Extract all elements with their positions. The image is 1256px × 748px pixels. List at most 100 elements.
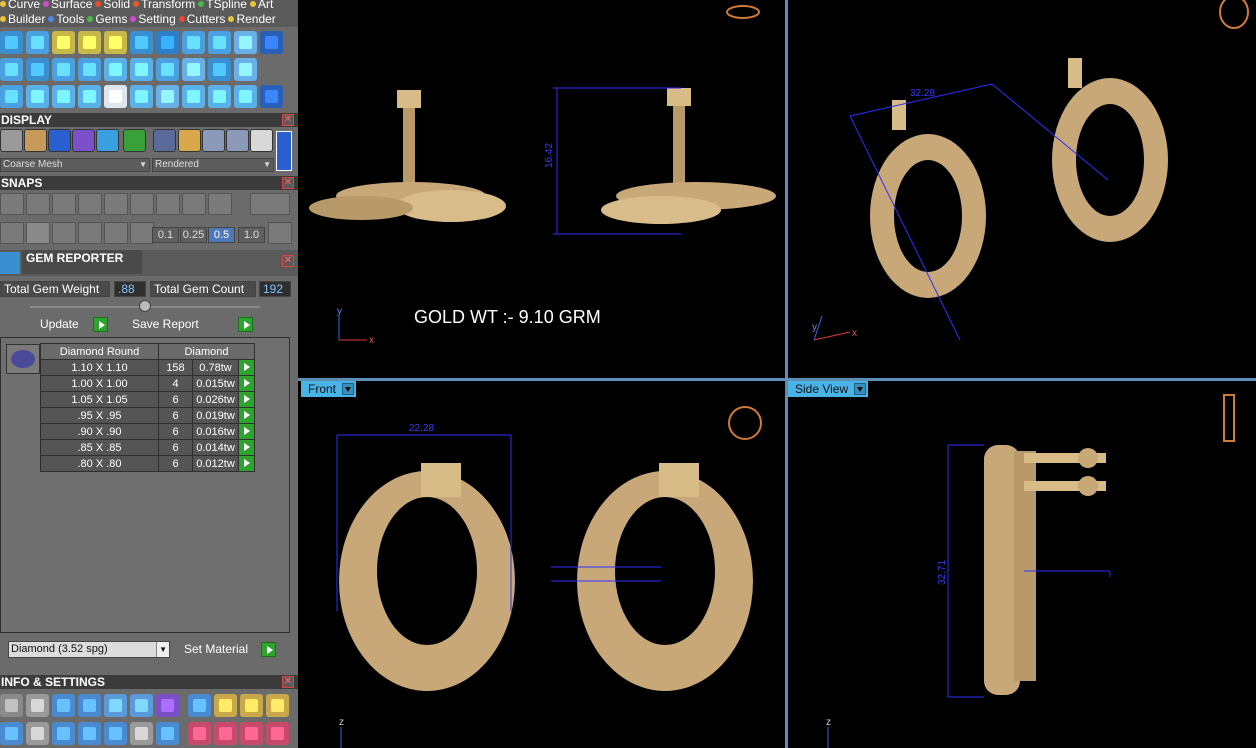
menu-builder[interactable]: Builder [0, 12, 45, 26]
filter-icon[interactable] [104, 721, 127, 745]
viewport-perspective[interactable]: 32.28 y x [788, 0, 1256, 378]
copy-tool-icon[interactable] [78, 693, 101, 717]
lock-tool-3-icon[interactable] [104, 30, 127, 54]
menu-curve[interactable]: Curve [0, 0, 40, 11]
info-settings-close-icon[interactable]: ✕ [282, 676, 294, 688]
sphere-display-icon[interactable] [48, 129, 71, 152]
ring-tool-icon[interactable] [0, 57, 23, 81]
snap-center-icon[interactable] [130, 193, 154, 215]
gun-tool-icon[interactable] [208, 30, 231, 54]
glossy-display-icon[interactable] [72, 129, 95, 152]
material-select[interactable]: Diamond (3.52 spg) ▼ [8, 641, 170, 658]
spline-tool-icon[interactable] [26, 30, 49, 54]
gem-slider-handle[interactable] [139, 300, 151, 312]
snap-value-1-0[interactable]: 1.0 [238, 227, 265, 243]
save-report-button[interactable]: Save Report [128, 317, 253, 333]
snap-grid3-icon[interactable] [268, 222, 292, 244]
layers-tool-icon[interactable] [52, 693, 75, 717]
display-panel-toggle[interactable] [276, 131, 292, 171]
lock-tool-2-icon[interactable] [78, 30, 101, 54]
snap-cube-icon[interactable] [26, 222, 50, 244]
menu-transform[interactable]: Transform [133, 0, 195, 11]
grid-display-icon[interactable] [123, 129, 146, 152]
monitor-icon[interactable] [26, 721, 49, 745]
check-list-icon[interactable] [130, 721, 153, 745]
snap-pen-icon[interactable] [52, 222, 76, 244]
snap-curve-icon[interactable] [26, 193, 50, 215]
menu-solid[interactable]: Solid [95, 0, 130, 11]
viewport-vertical-divider[interactable] [785, 0, 788, 748]
set-material-button[interactable]: Set Material [180, 642, 276, 658]
arc-tool-icon[interactable] [26, 84, 49, 108]
settings-gear-icon[interactable] [0, 693, 23, 717]
leaf-tool-icon[interactable] [156, 30, 179, 54]
material-ball-4-icon[interactable] [226, 129, 249, 152]
panel-tool-icon[interactable] [260, 30, 283, 54]
menu-setting[interactable]: Setting [130, 12, 176, 26]
menu-tools[interactable]: Tools [48, 12, 84, 26]
render-3-icon[interactable] [240, 721, 263, 745]
dome-tool-icon[interactable] [182, 30, 205, 54]
material-ball-5-icon[interactable] [250, 129, 273, 152]
cube-tool-icon[interactable] [156, 693, 179, 717]
row-select-icon[interactable] [238, 359, 255, 376]
snap-circle-icon[interactable] [156, 193, 180, 215]
cylinder-icon[interactable] [78, 721, 101, 745]
blade-tool-icon[interactable] [78, 57, 101, 81]
render-mode-select[interactable]: Rendered ▼ [152, 158, 274, 172]
mirror-tool-icon[interactable] [78, 84, 101, 108]
render-2-icon[interactable] [214, 721, 237, 745]
display-close-icon[interactable]: ✕ [282, 114, 294, 126]
wireframe-display-icon[interactable] [0, 129, 23, 152]
view-left-icon[interactable] [188, 693, 211, 717]
circle-tool-icon[interactable] [260, 84, 283, 108]
menu-render[interactable]: Render [228, 12, 276, 26]
view-front-icon[interactable] [214, 693, 237, 717]
row-select-icon[interactable] [238, 423, 255, 440]
snap-axis-icon[interactable] [130, 222, 154, 244]
snap-grid2-icon[interactable] [0, 222, 24, 244]
snap-mid-icon[interactable] [182, 193, 206, 215]
lock-tool-icon[interactable] [52, 30, 75, 54]
cut-tool-icon[interactable] [156, 57, 179, 81]
snap-value-0-25[interactable]: 0.25 [180, 227, 207, 243]
material-ball-3-icon[interactable] [202, 129, 225, 152]
move-tool-icon[interactable] [104, 84, 127, 108]
prong-tool-icon[interactable] [130, 57, 153, 81]
material-ball-2-icon[interactable] [178, 129, 201, 152]
flower-tool-icon[interactable] [234, 30, 257, 54]
view-side-icon[interactable] [240, 693, 263, 717]
row-select-icon[interactable] [238, 391, 255, 408]
curve-tool-icon[interactable] [0, 30, 23, 54]
scale-tool-icon[interactable] [234, 84, 257, 108]
array-tool-icon[interactable] [208, 57, 231, 81]
viewport-perspective-side[interactable]: 16.42 y x GOLD WT :- 9.10 GRM [301, 0, 785, 378]
row-select-icon[interactable] [238, 439, 255, 456]
snap-box-icon[interactable] [250, 193, 290, 215]
front-view-dropdown-icon[interactable] [342, 383, 355, 395]
explode-tool-icon[interactable] [156, 84, 179, 108]
menu-surface[interactable]: Surface [43, 0, 92, 11]
snap-grid-icon[interactable] [0, 193, 24, 215]
gem-reporter-close-icon[interactable]: ✕ [282, 255, 294, 267]
snap-end-icon[interactable] [104, 193, 128, 215]
box-view-icon[interactable] [52, 721, 75, 745]
halo-tool-icon[interactable] [182, 57, 205, 81]
menu-art[interactable]: Art [249, 0, 273, 11]
diamond-tool-icon[interactable] [26, 57, 49, 81]
snap-value-0-1[interactable]: 0.1 [152, 227, 179, 243]
view-top-icon[interactable] [266, 693, 289, 717]
document-tool-icon[interactable] [104, 693, 127, 717]
row-select-icon[interactable] [238, 455, 255, 472]
box-tool-icon[interactable] [0, 84, 23, 108]
gem-cluster-icon[interactable] [130, 30, 153, 54]
mesh-quality-select[interactable]: Coarse Mesh ▼ [0, 158, 150, 172]
front-view-label[interactable]: Front [301, 381, 357, 397]
snap-measure-icon[interactable] [78, 222, 102, 244]
render-1-icon[interactable] [188, 721, 211, 745]
update-button[interactable]: Update [36, 317, 108, 333]
row-select-icon[interactable] [238, 407, 255, 424]
render-display-icon[interactable] [96, 129, 119, 152]
side-view-label[interactable]: Side View [788, 381, 869, 397]
material-ball-1-icon[interactable] [153, 129, 176, 152]
